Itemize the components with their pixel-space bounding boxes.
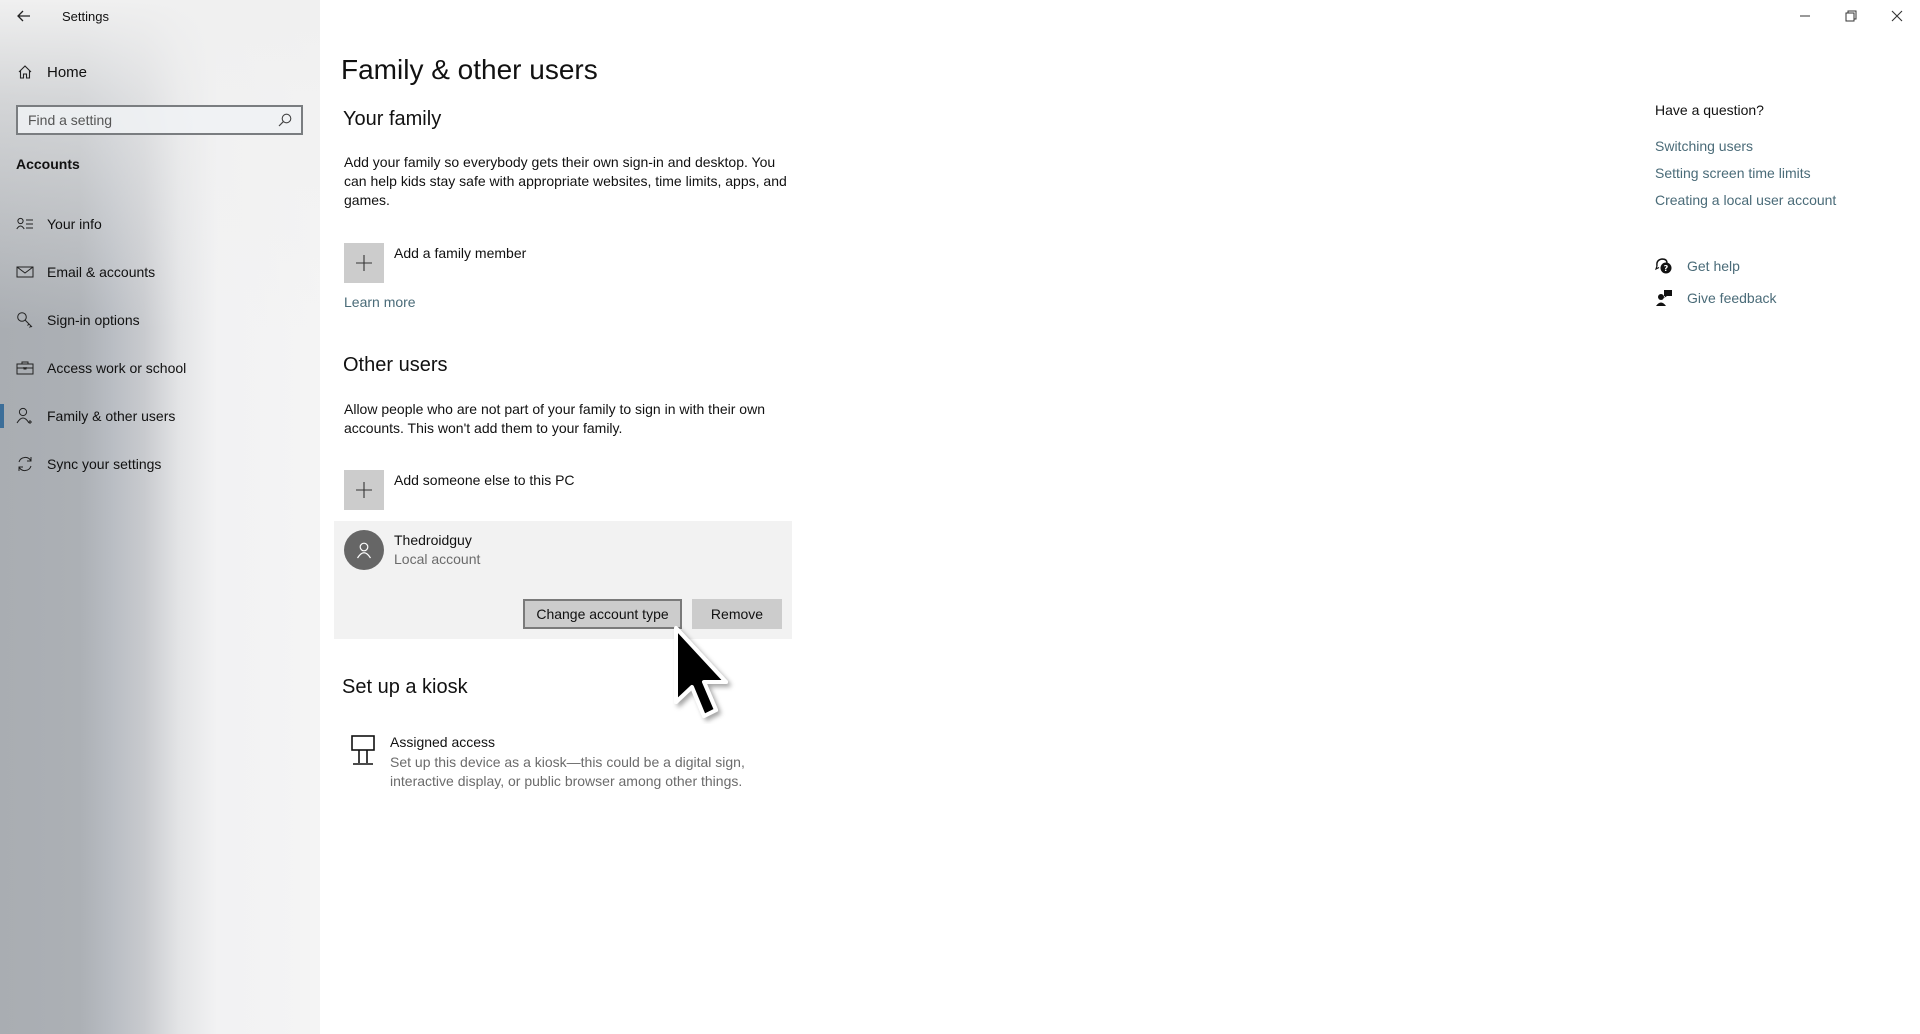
user-account-type: Local account — [394, 551, 481, 567]
search-field[interactable] — [16, 105, 303, 135]
sidebar-item-label: Access work or school — [47, 360, 187, 376]
sidebar-item-label: Your info — [47, 216, 102, 232]
sidebar-item-label: Email & accounts — [47, 264, 156, 280]
learn-more-link[interactable]: Learn more — [344, 294, 416, 310]
add-user-tile — [344, 470, 384, 510]
back-button[interactable] — [12, 4, 36, 28]
plus-icon — [356, 255, 372, 271]
description-line: Set up this device as a kiosk—this could… — [390, 754, 745, 770]
briefcase-icon — [16, 359, 34, 377]
help-link-screen-time-limits[interactable]: Setting screen time limits — [1655, 165, 1811, 181]
add-person-icon — [16, 407, 34, 425]
help-link-local-user-account[interactable]: Creating a local user account — [1655, 192, 1836, 208]
sidebar-item-label: Family & other users — [47, 408, 176, 424]
sidebar: Settings Home Accounts Your info Email &… — [0, 0, 320, 1034]
page-title: Family & other users — [341, 54, 598, 85]
sidebar-item-your-info[interactable]: Your info — [0, 204, 320, 244]
sidebar-item-email-accounts[interactable]: Email & accounts — [0, 252, 320, 292]
get-help-label: Get help — [1687, 258, 1740, 274]
your-family-description: Add your family so everybody gets their … — [344, 153, 804, 210]
description-line: Add your family so everybody gets their … — [344, 154, 776, 170]
sidebar-item-access-work-school[interactable]: Access work or school — [0, 348, 320, 388]
search-icon[interactable] — [277, 112, 293, 133]
help-link-switching-users[interactable]: Switching users — [1655, 138, 1753, 154]
add-someone-else-button[interactable]: Add someone else to this PC — [344, 470, 604, 510]
add-someone-else-label: Add someone else to this PC — [394, 472, 575, 488]
give-feedback-link[interactable]: Give feedback — [1655, 288, 1815, 310]
add-family-member-label: Add a family member — [394, 245, 527, 261]
assigned-access-item[interactable]: Assigned access Set up this device as a … — [348, 732, 768, 792]
restore-icon — [1845, 10, 1857, 22]
plus-icon — [356, 482, 372, 498]
sidebar-item-sign-in-options[interactable]: Sign-in options — [0, 300, 320, 340]
sidebar-item-sync-settings[interactable]: Sync your settings — [0, 444, 320, 484]
search-input[interactable] — [18, 107, 268, 133]
minimize-icon — [1800, 15, 1810, 17]
add-family-tile — [344, 243, 384, 283]
get-help-link[interactable]: ? Get help — [1654, 256, 1795, 280]
window-title: Settings — [62, 9, 109, 24]
add-family-member-button[interactable]: Add a family member — [344, 243, 604, 283]
feedback-icon — [1655, 289, 1673, 312]
svg-text:?: ? — [1664, 264, 1669, 273]
restore-button[interactable] — [1828, 0, 1874, 32]
description-line: interactive display, or public browser a… — [390, 773, 743, 789]
other-users-heading: Other users — [343, 354, 448, 376]
description-line: Allow people who are not part of your fa… — [344, 401, 765, 417]
get-help-icon: ? — [1654, 257, 1673, 280]
person-icon — [356, 542, 372, 559]
description-line: can help kids stay safe with appropriate… — [344, 173, 787, 189]
back-arrow-icon — [17, 10, 30, 22]
sidebar-item-family-other-users[interactable]: Family & other users — [0, 396, 320, 436]
sidebar-item-label: Sync your settings — [47, 456, 162, 472]
mouse-cursor — [670, 624, 750, 729]
sidebar-item-label: Sign-in options — [47, 312, 140, 328]
user-name: Thedroidguy — [394, 532, 472, 548]
sidebar-home[interactable]: Home — [0, 52, 320, 92]
minimize-button[interactable] — [1782, 0, 1828, 32]
assigned-access-title: Assigned access — [390, 734, 496, 750]
avatar — [344, 530, 384, 570]
close-icon — [1891, 10, 1903, 22]
description-line: games. — [344, 192, 390, 208]
assigned-access-description: Set up this device as a kiosk—this could… — [390, 753, 810, 791]
contact-info-icon — [16, 215, 34, 233]
sync-icon — [16, 455, 34, 473]
other-users-description: Allow people who are not part of your fa… — [344, 400, 804, 438]
change-account-type-button[interactable]: Change account type — [523, 599, 682, 629]
sidebar-section-title: Accounts — [16, 156, 80, 172]
user-card[interactable]: Thedroidguy Local account Change account… — [334, 521, 792, 639]
your-family-heading: Your family — [343, 108, 442, 130]
kiosk-heading: Set up a kiosk — [342, 676, 468, 698]
description-line: accounts. This won't add them to your fa… — [344, 420, 623, 436]
remove-user-button[interactable]: Remove — [692, 599, 782, 629]
home-icon — [16, 63, 34, 81]
close-button[interactable] — [1874, 0, 1920, 32]
key-icon — [16, 311, 34, 329]
kiosk-icon — [350, 734, 376, 771]
give-feedback-label: Give feedback — [1687, 290, 1777, 306]
mail-icon — [16, 263, 34, 281]
sidebar-home-label: Home — [47, 63, 88, 81]
cursor-arrow-icon — [674, 626, 728, 718]
help-heading: Have a question? — [1655, 102, 1764, 118]
